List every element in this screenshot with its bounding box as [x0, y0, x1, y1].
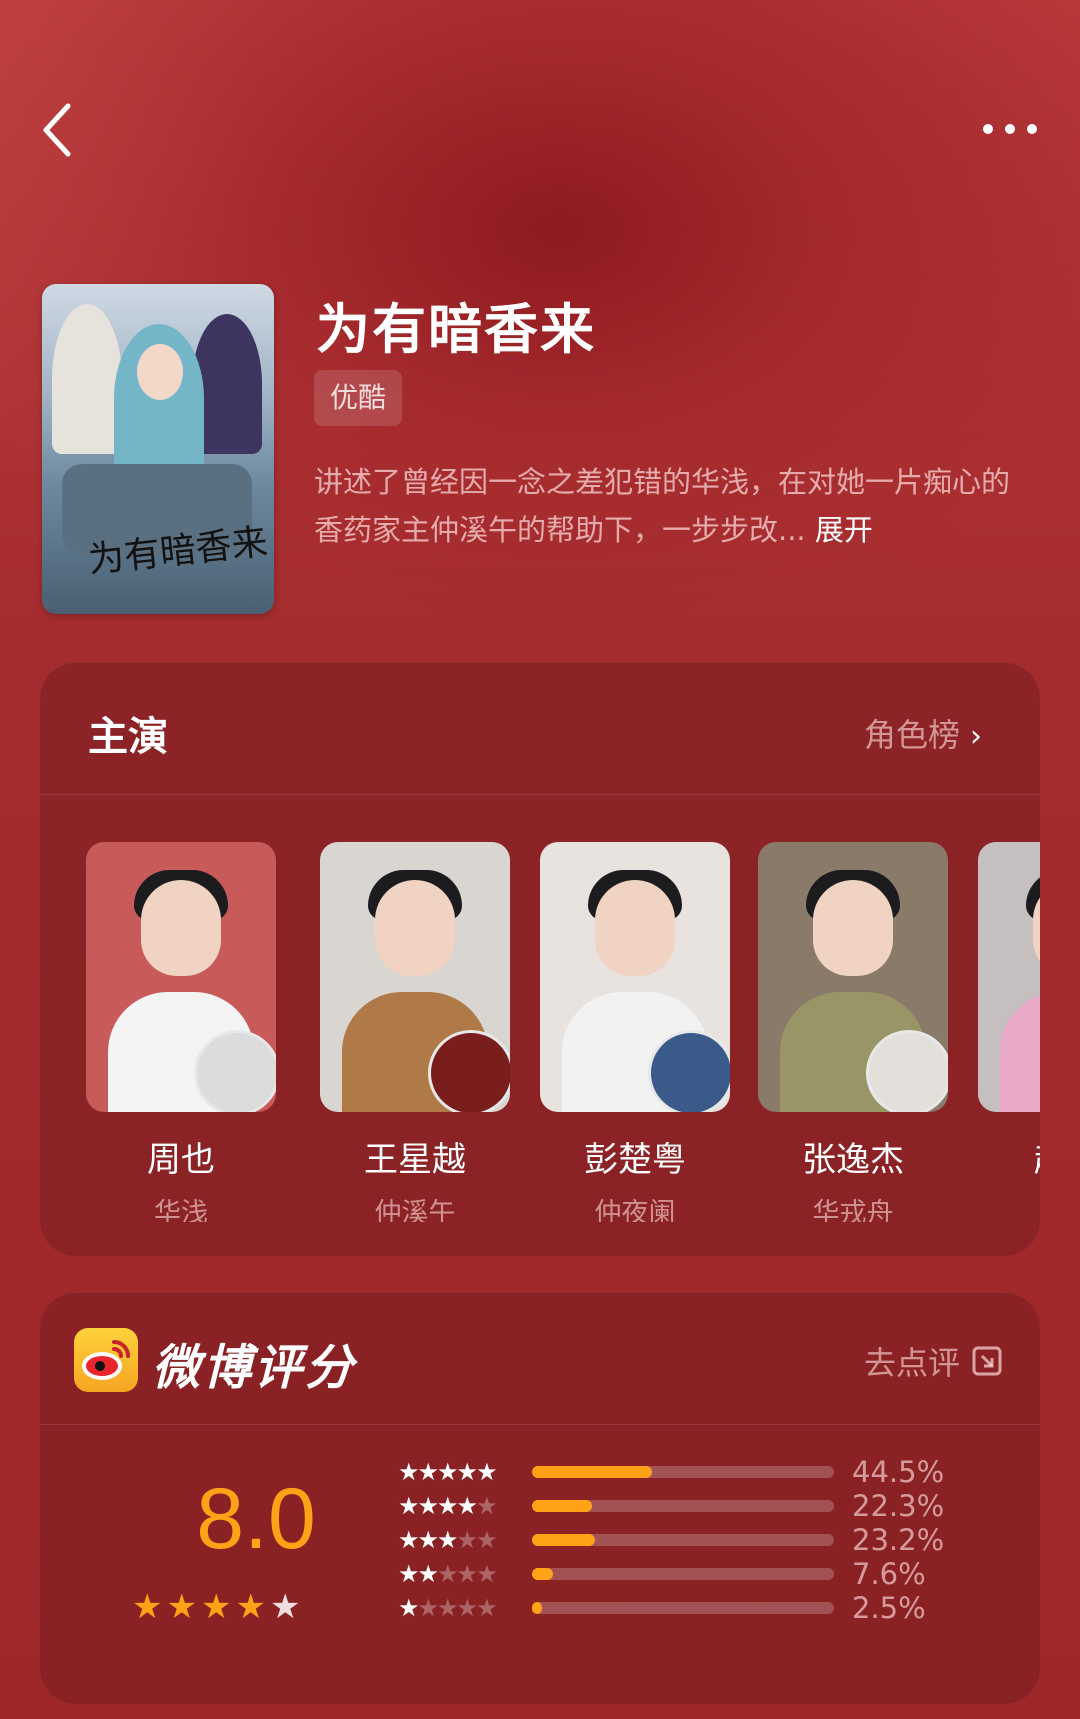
score-stars: ★ ★ ★ ★ ★ [132, 1590, 332, 1624]
actor-name: 张逸杰 [802, 1140, 904, 1180]
distribution-row: ★★★★★ 7.6% [398, 1556, 998, 1592]
actor-card[interactable]: 张逸杰 华戎舟 [758, 842, 948, 1222]
back-button[interactable] [38, 100, 78, 160]
poster-face [137, 344, 183, 400]
distribution-percent: 2.5% [852, 1591, 926, 1625]
actor-name: 王星越 [364, 1140, 466, 1180]
more-button[interactable] [970, 118, 1050, 140]
character-avatar [648, 1030, 730, 1112]
distribution-bar [532, 1500, 834, 1512]
row-stars: ★★★★★ [398, 1492, 498, 1520]
distribution-row: ★★★★★ 44.5% [398, 1454, 998, 1490]
poster-figure [52, 304, 122, 454]
actor-name: 周也 [147, 1140, 215, 1180]
more-dot [1027, 124, 1037, 134]
actor-role: 华浅 [154, 1198, 208, 1222]
cast-card: 主演 角色榜 › 周也 华浅 王星越 仲溪午 彭楚粤 仲夜阑 张逸杰 华戎舟 [40, 662, 1040, 1256]
star-icon: ★ [235, 1587, 266, 1627]
actor-card[interactable]: 赵 牧 [978, 842, 1040, 1222]
weibo-rating-card: 微博评分 去点评 8.0 ★ ★ ★ ★ ★ ★★★★★ 44.5% ★★★★★ 22.3% ★… [40, 1292, 1040, 1704]
star-icon: ★ [166, 1587, 197, 1627]
character-avatar [428, 1030, 510, 1112]
distribution-percent: 7.6% [852, 1557, 926, 1591]
more-dot [983, 124, 993, 134]
actor-photo [540, 842, 730, 1112]
row-stars: ★★★★★ [398, 1526, 498, 1554]
distribution-row: ★★★★★ 22.3% [398, 1488, 998, 1524]
distribution-bar [532, 1568, 834, 1580]
row-stars: ★★★★★ [398, 1560, 498, 1588]
role-rank-label: 角色榜 [863, 716, 960, 754]
character-avatar [866, 1030, 948, 1112]
expand-button[interactable]: 展开 [815, 513, 873, 547]
actor-name: 赵 [978, 1132, 1040, 1181]
actor-role: 华戎舟 [812, 1198, 894, 1222]
show-title: 为有暗香来 [316, 298, 596, 361]
distribution-bar-fill [532, 1466, 653, 1478]
chevron-left-icon [43, 103, 71, 157]
show-description: 讲述了曾经因一念之差犯错的华浅，在对她一片痴心的香药家主仲溪午的帮助下，一步步改… [314, 458, 1014, 554]
distribution-bar [532, 1534, 834, 1546]
actor-name: 彭楚粤 [584, 1140, 686, 1180]
actor-role: 仲溪午 [374, 1198, 456, 1222]
external-arrow-icon [972, 1346, 1002, 1376]
distribution-bar-fill [532, 1568, 553, 1580]
distribution-bar [532, 1466, 834, 1478]
chevron-right-icon: › [970, 719, 982, 754]
more-dot [1005, 124, 1015, 134]
distribution-percent: 22.3% [852, 1489, 945, 1523]
distribution-row: ★★★★★ 2.5% [398, 1590, 998, 1626]
distribution-row: ★★★★★ 23.2% [398, 1522, 998, 1558]
row-stars: ★★★★★ [398, 1458, 498, 1486]
distribution-bar-fill [532, 1500, 593, 1512]
go-rate-label: 去点评 [863, 1344, 960, 1382]
distribution-bar [532, 1602, 834, 1614]
platform-badge[interactable]: 优酷 [314, 370, 403, 426]
star-icon: ★ [132, 1587, 163, 1627]
cast-card-header: 主演 角色榜 › [40, 662, 1040, 795]
rating-score: 8.0 [196, 1471, 316, 1567]
distribution-percent: 44.5% [852, 1455, 945, 1489]
actor-photo [320, 842, 510, 1112]
actor-photo [978, 842, 1040, 1112]
role-rank-link[interactable]: 角色榜 › [864, 710, 982, 756]
rating-brand-title: 微博评分 [152, 1340, 357, 1396]
actor-card[interactable]: 周也 华浅 [86, 842, 276, 1222]
row-stars: ★★★★★ [398, 1594, 498, 1622]
rating-card-header: 微博评分 去点评 [40, 1292, 1040, 1425]
show-poster[interactable]: 为有暗香来 [42, 284, 274, 614]
star-icon: ★ [269, 1587, 301, 1627]
actor-list[interactable]: 周也 华浅 王星越 仲溪午 彭楚粤 仲夜阑 张逸杰 华戎舟 赵 牧 [86, 842, 1040, 1222]
distribution-percent: 23.2% [852, 1523, 945, 1557]
character-avatar [194, 1030, 276, 1112]
actor-card[interactable]: 彭楚粤 仲夜阑 [540, 842, 730, 1222]
cast-title: 主演 [88, 714, 168, 760]
actor-photo [86, 842, 276, 1112]
actor-role: 仲夜阑 [594, 1198, 676, 1222]
description-text: 讲述了曾经因一念之差犯错的华浅，在对她一片痴心的香药家主仲溪午的帮助下，一步步改… [314, 465, 1011, 547]
weibo-logo-icon [74, 1328, 138, 1392]
distribution-bar-fill [532, 1602, 542, 1614]
actor-photo [758, 842, 948, 1112]
go-rate-button[interactable]: 去点评 [864, 1338, 1004, 1384]
actor-card[interactable]: 王星越 仲溪午 [320, 842, 510, 1222]
distribution-bar-fill [532, 1534, 595, 1546]
star-icon: ★ [200, 1587, 232, 1627]
actor-role: 牧 [978, 1191, 1040, 1222]
